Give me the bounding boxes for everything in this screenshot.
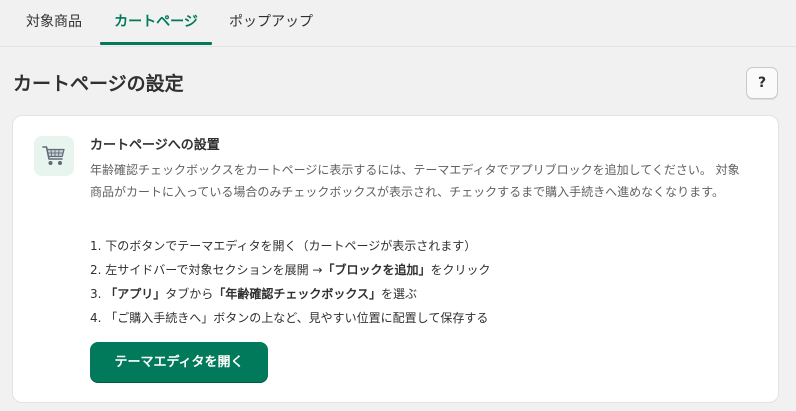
tab-cart-page[interactable]: カートページ xyxy=(100,0,212,44)
cart-setup-card: カートページへの設置 年齢確認チェックボックスをカートページに表示するには、テー… xyxy=(12,115,779,403)
step-text: タブから xyxy=(165,287,214,301)
tab-target-products[interactable]: 対象商品 xyxy=(13,0,95,44)
step-text: 「ご購入手続きへ」ボタンの上など、見やすい位置に配置して保存する xyxy=(105,311,489,325)
step-3: 3. 「アプリ」タブから「年齢確認チェックボックス」を選ぶ xyxy=(90,282,760,306)
step-text: をクリック xyxy=(430,263,491,277)
setup-steps: 1. 下のボタンでテーマエディタを開く（カートページが表示されます） 2. 左サ… xyxy=(90,234,760,330)
step-1: 1. 下のボタンでテーマエディタを開く（カートページが表示されます） xyxy=(90,234,760,258)
step-2: 2. 左サイドバーで対象セクションを展開 →「ブロックを追加」をクリック xyxy=(90,258,760,282)
step-emphasis: 「アプリ」 xyxy=(105,287,166,301)
step-number: 1. xyxy=(90,239,102,253)
open-theme-editor-button[interactable]: テーマエディタを開く xyxy=(90,342,268,383)
step-text: を選ぶ xyxy=(380,287,417,301)
step-emphasis: 「ブロックを追加」 xyxy=(322,263,431,277)
card-description: 年齢確認チェックボックスをカートページに表示するには、テーマエディタでアプリブロ… xyxy=(90,163,740,199)
tab-bar: 対象商品 カートページ ポップアップ xyxy=(0,0,796,47)
shopping-cart-icon-graphic xyxy=(42,146,65,165)
step-text: 左サイドバーで対象セクションを展開 → xyxy=(105,263,323,277)
help-button[interactable]: ? xyxy=(746,67,778,99)
tab-popup[interactable]: ポップアップ xyxy=(218,0,324,44)
step-4: 4. 「ご購入手続きへ」ボタンの上など、見やすい位置に配置して保存する xyxy=(90,306,760,330)
step-text: 下のボタンでテーマエディタを開く（カートページが表示されます） xyxy=(105,239,477,253)
active-tab-indicator xyxy=(100,42,212,45)
shopping-cart-icon xyxy=(34,136,74,176)
page-title: カートページの設定 xyxy=(13,73,184,95)
step-number: 4. xyxy=(90,311,102,325)
step-emphasis: 「年齢確認チェックボックス」 xyxy=(213,287,381,301)
step-number: 3. xyxy=(90,287,102,301)
step-number: 2. xyxy=(90,263,102,277)
card-title: カートページへの設置 xyxy=(90,138,220,153)
